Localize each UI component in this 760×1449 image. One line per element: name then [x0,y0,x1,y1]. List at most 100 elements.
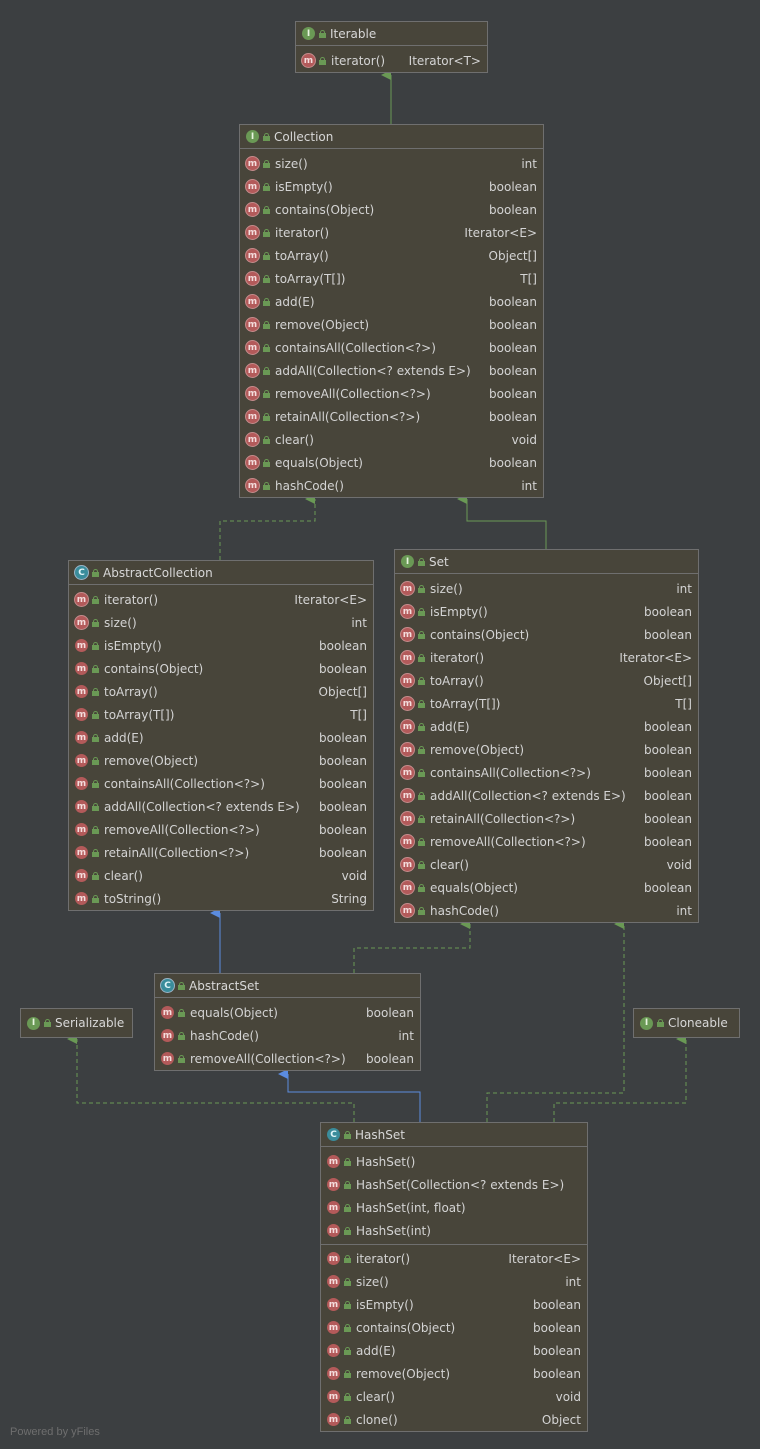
node-header[interactable]: I Set [395,550,698,574]
node-cloneable[interactable]: I Cloneable [633,1008,740,1038]
member-row[interactable]: m containsAll(Collection<?>) boolean [69,772,373,795]
member-row[interactable]: m hashCode() int [240,474,543,497]
member-row[interactable]: m equals(Object) boolean [155,1001,420,1024]
node-abstract-collection[interactable]: C AbstractCollection m iterator() Iterator<E… [68,560,374,911]
member-row[interactable]: m size() int [321,1270,587,1293]
member-type: boolean [489,317,537,332]
member-row[interactable]: m toString() String [69,887,373,910]
node-title: HashSet [355,1127,405,1142]
member-row[interactable]: m iterator() Iterator<T> [296,49,487,72]
node-header[interactable]: I Serializable [21,1009,132,1037]
node-serializable[interactable]: I Serializable [20,1008,133,1038]
method-icon: m [401,697,414,710]
member-row[interactable]: m clear() void [240,428,543,451]
member-type: boolean [319,845,367,860]
member-row[interactable]: m removeAll(Collection<?>) boolean [395,830,698,853]
member-row[interactable]: m size() int [240,152,543,175]
public-lock-icon [92,710,99,719]
member-row[interactable]: m removeAll(Collection<?>) boolean [240,382,543,405]
method-icon: m [327,1344,340,1357]
public-lock-icon [92,825,99,834]
member-row[interactable]: m add(E) boolean [240,290,543,313]
member-row[interactable]: m hashCode() int [155,1024,420,1047]
member-type: int [351,615,367,630]
member-row[interactable]: m toArray(T[]) T[] [395,692,698,715]
member-row[interactable]: m isEmpty() boolean [321,1293,587,1316]
member-row[interactable]: m HashSet() [321,1150,587,1173]
member-row[interactable]: m contains(Object) boolean [240,198,543,221]
member-type: boolean [366,1005,414,1020]
node-header[interactable]: C AbstractCollection [69,561,373,585]
member-row[interactable]: m remove(Object) boolean [321,1362,587,1385]
member-row[interactable]: m clear() void [69,864,373,887]
member-row[interactable]: m isEmpty() boolean [395,600,698,623]
public-lock-icon [418,906,425,915]
node-header[interactable]: I Iterable [296,22,487,46]
member-row[interactable]: m clone() Object [321,1408,587,1431]
member-row[interactable]: m add(E) boolean [69,726,373,749]
member-type: boolean [489,455,537,470]
member-row[interactable]: m contains(Object) boolean [69,657,373,680]
member-row[interactable]: m toArray() Object[] [395,669,698,692]
member-row[interactable]: m retainAll(Collection<?>) boolean [240,405,543,428]
member-row[interactable]: m HashSet(Collection<? extends E>) [321,1173,587,1196]
node-collection[interactable]: I Collection m size() int m isEmpty() boolean m c… [239,124,544,498]
member-row[interactable]: m iterator() Iterator<E> [321,1247,587,1270]
member-row[interactable]: m isEmpty() boolean [240,175,543,198]
member-row[interactable]: m clear() void [395,853,698,876]
member-row[interactable]: m size() int [69,611,373,634]
method-icon: m [246,433,259,446]
member-row[interactable]: m isEmpty() boolean [69,634,373,657]
public-lock-icon [418,860,425,869]
member-row[interactable]: m hashCode() int [395,899,698,922]
method-icon: m [246,364,259,377]
member-row[interactable]: m HashSet(int) [321,1219,587,1242]
member-type: void [555,1389,581,1404]
member-row[interactable]: m remove(Object) boolean [240,313,543,336]
member-type: int [565,1274,581,1289]
node-hashset[interactable]: C HashSet m HashSet() m HashSet(Collection<? … [320,1122,588,1432]
member-row[interactable]: m addAll(Collection<? extends E>) boolean [69,795,373,818]
member-row[interactable]: m clear() void [321,1385,587,1408]
node-header[interactable]: I Collection [240,125,543,149]
member-row[interactable]: m toArray() Object[] [69,680,373,703]
member-type: int [521,478,537,493]
member-row[interactable]: m toArray() Object[] [240,244,543,267]
member-name: containsAll(Collection<?>) [275,340,436,355]
member-row[interactable]: m retainAll(Collection<?>) boolean [69,841,373,864]
member-row[interactable]: m toArray(T[]) T[] [69,703,373,726]
member-row[interactable]: m addAll(Collection<? extends E>) boolean [240,359,543,382]
member-row[interactable]: m addAll(Collection<? extends E>) boolean [395,784,698,807]
member-type: boolean [489,409,537,424]
member-row[interactable]: m add(E) boolean [321,1339,587,1362]
member-row[interactable]: m contains(Object) boolean [321,1316,587,1339]
method-icon: m [75,639,88,652]
node-title: Iterable [330,26,377,41]
member-row[interactable]: m removeAll(Collection<?>) boolean [155,1047,420,1070]
node-abstract-set[interactable]: C AbstractSet m equals(Object) boolean m hashC… [154,973,421,1071]
member-row[interactable]: m iterator() Iterator<E> [69,588,373,611]
member-name: removeAll(Collection<?>) [104,822,260,837]
member-row[interactable]: m contains(Object) boolean [395,623,698,646]
member-row[interactable]: m equals(Object) boolean [395,876,698,899]
member-type: Object[] [643,673,692,688]
node-header[interactable]: I Cloneable [634,1009,739,1037]
node-set[interactable]: I Set m size() int m isEmpty() boolean m contains… [394,549,699,923]
member-row[interactable]: m add(E) boolean [395,715,698,738]
member-row[interactable]: m toArray(T[]) T[] [240,267,543,290]
public-lock-icon [344,1157,351,1166]
node-iterable[interactable]: I Iterable m iterator() Iterator<T> [295,21,488,73]
member-row[interactable]: m remove(Object) boolean [395,738,698,761]
node-header[interactable]: C HashSet [321,1123,587,1147]
member-row[interactable]: m size() int [395,577,698,600]
member-row[interactable]: m iterator() Iterator<E> [395,646,698,669]
member-row[interactable]: m containsAll(Collection<?>) boolean [395,761,698,784]
member-row[interactable]: m removeAll(Collection<?>) boolean [69,818,373,841]
member-row[interactable]: m remove(Object) boolean [69,749,373,772]
member-row[interactable]: m HashSet(int, float) [321,1196,587,1219]
member-row[interactable]: m equals(Object) boolean [240,451,543,474]
node-header[interactable]: C AbstractSet [155,974,420,998]
member-row[interactable]: m iterator() Iterator<E> [240,221,543,244]
member-row[interactable]: m containsAll(Collection<?>) boolean [240,336,543,359]
member-row[interactable]: m retainAll(Collection<?>) boolean [395,807,698,830]
